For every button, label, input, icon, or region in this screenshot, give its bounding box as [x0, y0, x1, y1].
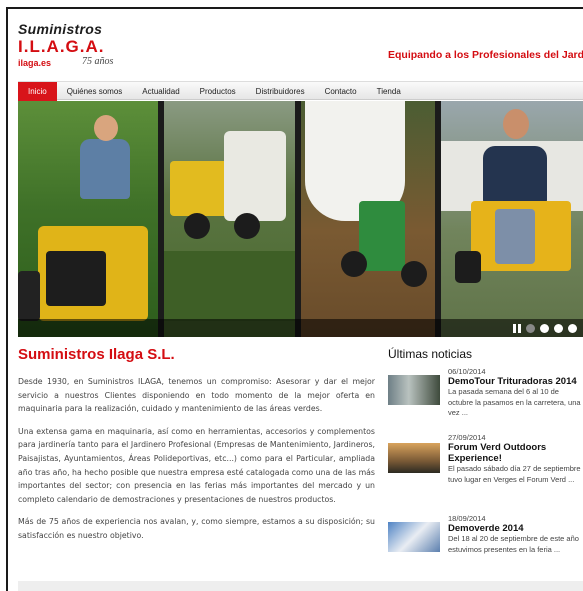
slider-controls [513, 324, 577, 333]
news-date: 27/09/2014 [448, 433, 486, 442]
news-excerpt: El pasado sábado día 27 de septiembre tu… [448, 464, 581, 484]
news-thumbnail[interactable] [388, 522, 440, 552]
news-body: 18/09/2014 Demoverde 2014 Del 18 al 20 d… [448, 514, 583, 555]
nav-contacto[interactable]: Contacto [315, 82, 367, 101]
logo-line1: Suministros [18, 21, 103, 37]
logo-domain: ilaga.es [18, 58, 52, 68]
main-nav: Inicio Quiénes somos Actualidad Producto… [18, 81, 583, 101]
news-date: 18/09/2014 [448, 514, 486, 523]
footer-strip [18, 581, 583, 591]
slider-control-bar [18, 319, 583, 337]
slide-photo-vacuum [301, 101, 435, 337]
nav-quienes-somos[interactable]: Quiénes somos [57, 82, 133, 101]
main-paragraph-1: Desde 1930, en Suministros ILAGA, tenemo… [18, 377, 375, 414]
main-text: Desde 1930, en Suministros ILAGA, tenemo… [18, 375, 375, 552]
slide-dot-2[interactable] [540, 324, 549, 333]
main-paragraph-3: Más de 75 años de experiencia nos avalan… [18, 517, 375, 540]
slide-photo-mower-operator [18, 101, 158, 337]
news-section-title: Últimas noticias [388, 347, 473, 361]
slide-photo-zero-turn [441, 101, 583, 337]
main-paragraph-2: Una extensa gama en maquinaria, así como… [18, 426, 375, 504]
site-tagline: Equipando a los Profesionales del Jardín [388, 49, 583, 61]
pause-icon[interactable] [513, 324, 521, 333]
news-body: 27/09/2014 Forum Verd Outdoors Experienc… [448, 433, 583, 485]
nav-distribuidores[interactable]: Distribuidores [246, 82, 315, 101]
slide-dot-3[interactable] [554, 324, 563, 333]
news-excerpt: Del 18 al 20 de septiembre de este año e… [448, 534, 579, 554]
news-thumbnail[interactable] [388, 375, 440, 405]
nav-tienda[interactable]: Tienda [367, 82, 411, 101]
main-title: Suministros Ilaga S.L. [18, 346, 175, 363]
slide-dot-1[interactable] [526, 324, 535, 333]
slide-photo-chipper [164, 101, 295, 337]
news-thumbnail[interactable] [388, 443, 440, 473]
logo-line2: I.L.A.G.A. [18, 37, 105, 56]
news-headline[interactable]: Demoverde 2014 [448, 523, 583, 534]
page-frame: Suministros I.L.A.G.A. ilaga.es 75 años … [6, 7, 583, 591]
news-excerpt: La pasada semana del 6 al 10 de octubre … [448, 387, 581, 417]
nav-actualidad[interactable]: Actualidad [132, 82, 189, 101]
news-headline[interactable]: DemoTour Trituradoras 2014 [448, 376, 583, 387]
site-logo[interactable]: Suministros I.L.A.G.A. ilaga.es 75 años [18, 21, 148, 75]
logo-years: 75 años [82, 56, 114, 67]
news-date: 06/10/2014 [448, 367, 486, 376]
image-slider[interactable] [18, 101, 583, 337]
news-headline[interactable]: Forum Verd Outdoors Experience! [448, 442, 583, 464]
slide-dot-4[interactable] [568, 324, 577, 333]
nav-productos[interactable]: Productos [190, 82, 246, 101]
nav-inicio[interactable]: Inicio [18, 82, 57, 101]
news-body: 06/10/2014 DemoTour Trituradoras 2014 La… [448, 367, 583, 419]
